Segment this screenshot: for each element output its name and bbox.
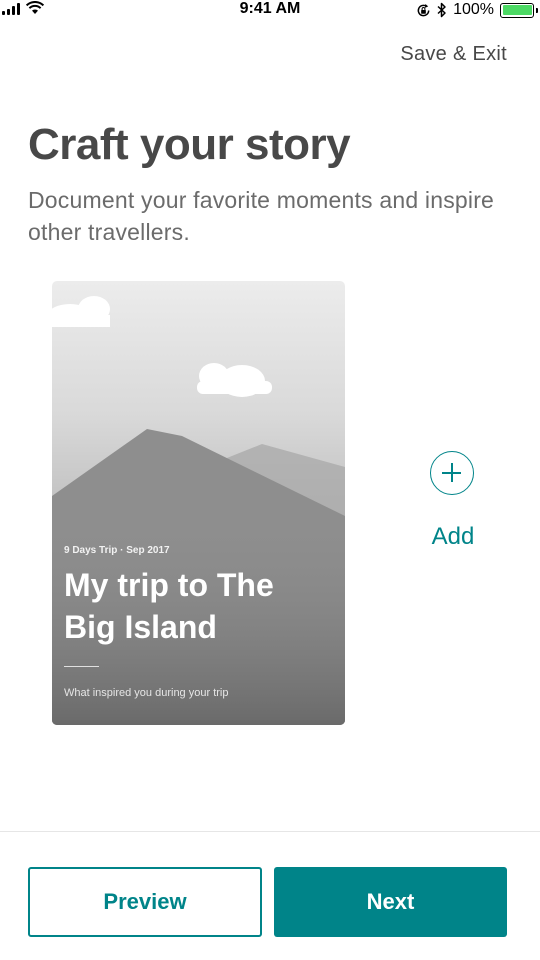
page-title: Craft your story bbox=[28, 120, 351, 169]
story-meta: 9 Days Trip · Sep 2017 bbox=[64, 545, 170, 556]
page-subtitle: Document your favorite moments and inspi… bbox=[28, 187, 495, 245]
add-icon[interactable] bbox=[430, 451, 474, 495]
preview-button[interactable]: Preview bbox=[28, 867, 262, 937]
next-button[interactable]: Next bbox=[274, 867, 507, 937]
battery-level bbox=[502, 5, 532, 15]
status-bar: 9:41 AM 100% bbox=[0, 0, 540, 20]
story-title: My trip to The Big Island bbox=[64, 567, 274, 645]
footer-divider bbox=[0, 831, 540, 832]
battery-percent: 100% bbox=[453, 1, 494, 18]
story-prompt: What inspired you during your trip bbox=[64, 687, 229, 699]
story-divider bbox=[64, 666, 99, 667]
story-card[interactable]: 9 Days Trip · Sep 2017 My trip to The Bi… bbox=[52, 281, 345, 725]
save-exit-button[interactable]: Save & Exit bbox=[400, 43, 507, 66]
cloud-middle bbox=[197, 363, 272, 397]
status-right: 100% bbox=[416, 1, 538, 19]
mountain-illustration bbox=[52, 296, 345, 725]
battery-icon bbox=[500, 2, 538, 18]
bluetooth-icon bbox=[437, 2, 446, 18]
cloud-top-left bbox=[52, 296, 110, 327]
orientation-lock-icon bbox=[417, 3, 430, 16]
add-button-label[interactable]: Add bbox=[420, 523, 486, 551]
